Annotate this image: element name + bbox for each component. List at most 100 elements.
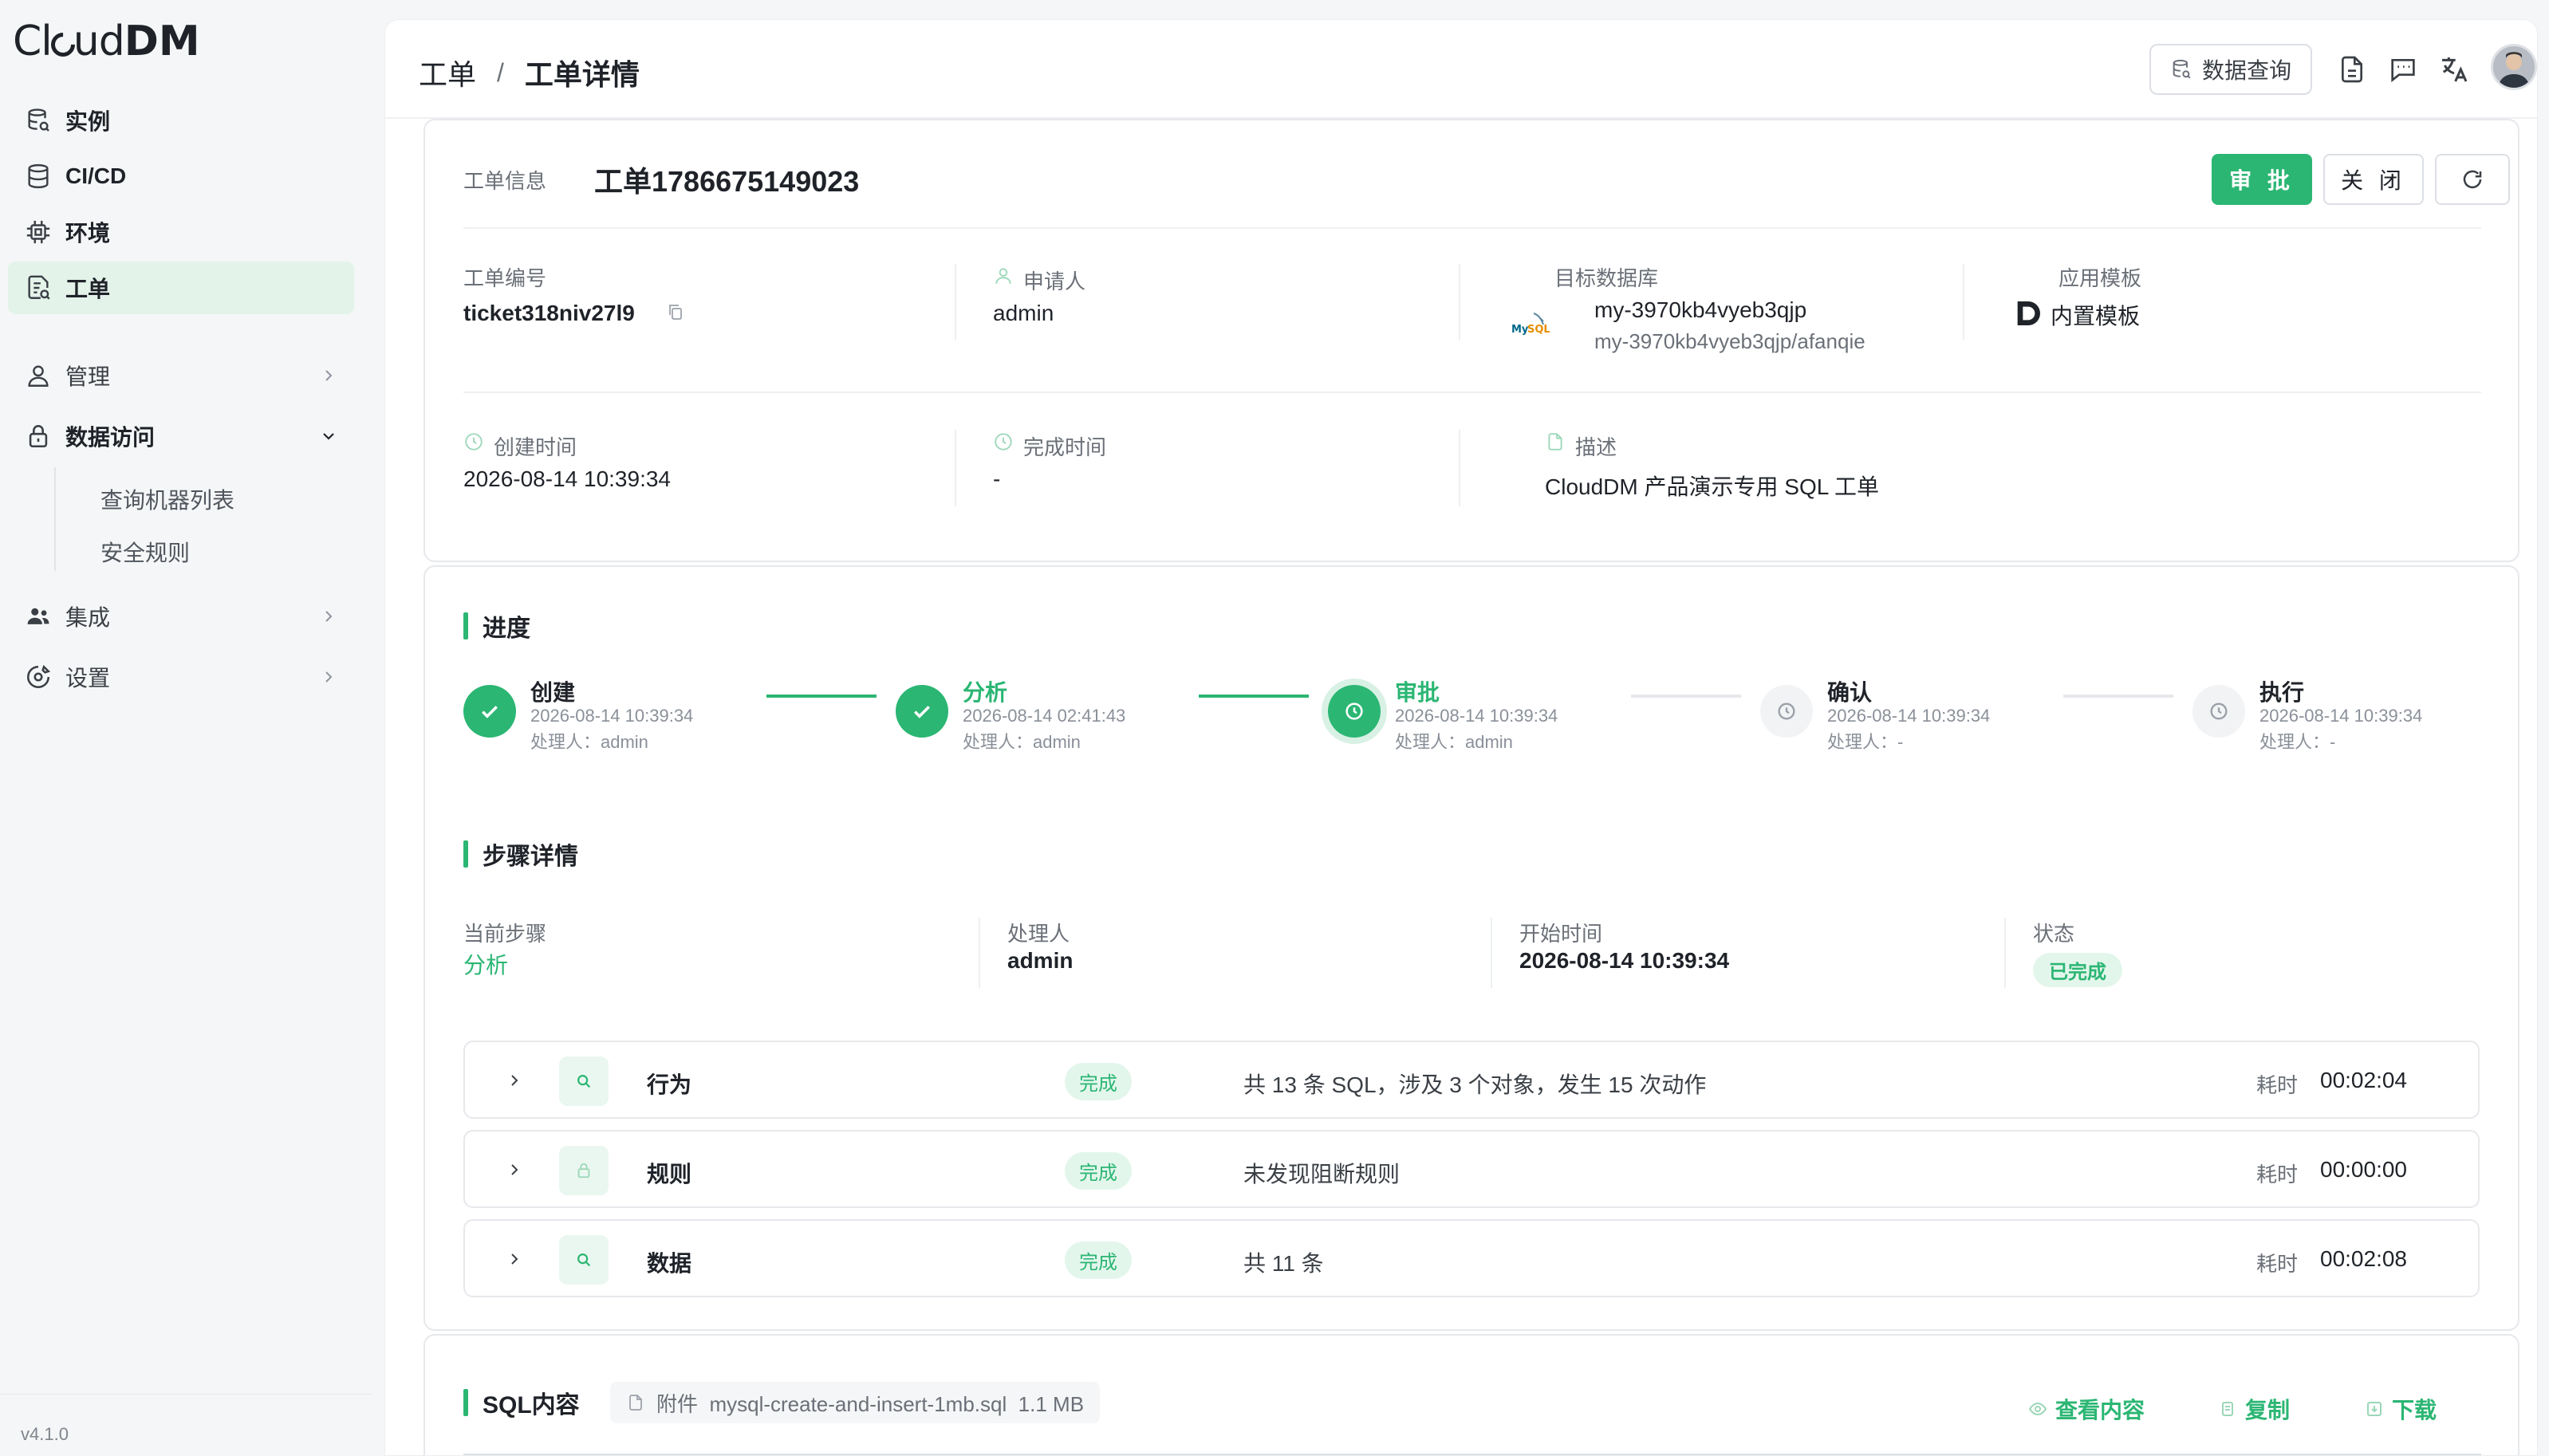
step-row-behavior[interactable]: 行为 完成 共 13 条 SQL，涉及 3 个对象，发生 15 次动作 耗时 0… [463, 1041, 2480, 1119]
step-handler: 处理人：- [2259, 732, 2336, 752]
sql-content-title: SQL内容 [463, 1385, 580, 1420]
sidebar-item-tickets[interactable]: 工单 [8, 262, 354, 314]
view-content-label: 查看内容 [2055, 1398, 2145, 1423]
breadcrumb-tickets[interactable]: 工单 [419, 52, 476, 93]
settings-icon [22, 661, 54, 693]
refresh-button[interactable] [2435, 154, 2510, 205]
svg-text:My: My [1511, 324, 1529, 336]
search-icon [559, 1235, 609, 1285]
attachment-label: 附件 mysql-create-and-insert-1mb.sql 1.1 M… [656, 1391, 1085, 1416]
description-value: CloudDM 产品演示专用 SQL 工单 [1545, 474, 1880, 499]
sidebar-item-environment[interactable]: 环境 [8, 206, 354, 258]
chat-icon[interactable] [2387, 53, 2419, 85]
lock-icon [22, 420, 54, 452]
step-time: 2026-08-14 10:39:34 [2259, 706, 2423, 726]
row-description: 共 13 条 SQL，涉及 3 个对象，发生 15 次动作 [1243, 1072, 1707, 1097]
step-name: 创建 [530, 680, 576, 705]
sidebar-subitem-query-machines[interactable]: 查询机器列表 [100, 483, 234, 515]
status-badge: 已完成 [2033, 953, 2122, 987]
user-admin-icon [22, 360, 54, 392]
divider [463, 227, 2481, 229]
download-icon [2365, 1399, 2384, 1419]
step-row-rules[interactable]: 规则 完成 未发现阻断规则 耗时 00:00:00 [463, 1130, 2480, 1208]
translate-icon[interactable] [2438, 53, 2470, 85]
ticket-number-label: 工单编号 [463, 266, 547, 290]
attachment-chip[interactable]: 附件 mysql-create-and-insert-1mb.sql 1.1 M… [610, 1382, 1101, 1423]
start-time-value: 2026-08-14 10:39:34 [1519, 948, 1730, 973]
chevron-right-icon[interactable] [505, 1249, 524, 1269]
row-time: 00:02:04 [2320, 1068, 2407, 1092]
handler-label: 处理人 [1007, 922, 1070, 946]
sidebar-item-management[interactable]: 管理 [8, 349, 354, 402]
step-connector [2063, 695, 2173, 698]
clock-icon [2192, 685, 2245, 738]
sidebar-item-settings[interactable]: 设置 [8, 651, 354, 703]
download-link[interactable]: 下载 [2365, 1393, 2437, 1425]
search-icon [559, 1057, 609, 1106]
status-label: 状态 [2033, 922, 2075, 946]
target-db-value[interactable]: my-3970kb4vyeb3qjp [1594, 297, 1806, 323]
close-button[interactable]: 关 闭 [2323, 154, 2424, 205]
step-time: 2026-08-14 10:39:34 [1827, 706, 1991, 726]
sidebar-item-label: 实例 [65, 109, 111, 134]
step-row-data[interactable]: 数据 完成 共 11 条 耗时 00:02:08 [463, 1219, 2480, 1297]
applicant-label: 申请人 [1023, 270, 1086, 293]
step-analyze: 分析 2026-08-14 02:41:43 处理人：admin [896, 675, 1215, 752]
sidebar-item-label: 环境 [65, 221, 111, 246]
copy-icon [2218, 1399, 2237, 1419]
view-content-link[interactable]: 查看内容 [2028, 1393, 2145, 1425]
sidebar-item-cicd[interactable]: CI/CD [8, 150, 354, 203]
clouddm-logo[interactable]: Cl udDM [13, 18, 200, 65]
divider [463, 1454, 2481, 1455]
template-value: 内置模板 [2051, 304, 2141, 329]
eye-icon [2028, 1399, 2047, 1419]
row-time-label: 耗时 [2256, 1252, 2299, 1276]
chevron-right-icon [319, 607, 338, 626]
sidebar-item-label: CI/CD [65, 163, 127, 188]
divider [1459, 430, 1460, 506]
data-query-button[interactable]: 数据查询 [2149, 44, 2312, 95]
row-status-tag: 完成 [1065, 1063, 1132, 1100]
svg-text:SQL: SQL [1527, 324, 1550, 336]
chevron-right-icon[interactable] [505, 1160, 524, 1179]
database-stack-icon [22, 104, 54, 136]
sidebar-item-instances[interactable]: 实例 [8, 94, 354, 147]
chip-icon [22, 216, 54, 248]
row-time: 00:02:08 [2320, 1246, 2407, 1271]
user-avatar[interactable] [2491, 44, 2537, 90]
step-handler: 处理人：- [1827, 732, 1904, 752]
row-name: 规则 [647, 1162, 692, 1186]
step-execute: 执行 2026-08-14 10:39:34 处理人：- [2192, 675, 2496, 752]
approve-button[interactable]: 审 批 [2212, 154, 2312, 205]
sidebar-item-integration[interactable]: 集成 [8, 590, 354, 643]
step-time: 2026-08-14 02:41:43 [963, 706, 1126, 726]
chevron-down-icon [319, 427, 338, 446]
step-name: 确认 [1827, 680, 1873, 705]
sidebar-item-data-access[interactable]: 数据访问 [8, 410, 354, 462]
divider [979, 918, 980, 988]
refresh-icon [2460, 167, 2484, 191]
sidebar-subitem-security-rules[interactable]: 安全规则 [100, 536, 190, 568]
mysql-logo-icon: My SQL [1511, 310, 1550, 339]
step-connector [1631, 695, 1741, 698]
sidebar-item-label: 工单 [65, 277, 111, 301]
template-label: 应用模板 [2059, 266, 2142, 290]
document-icon[interactable] [2336, 53, 2368, 85]
finished-time-label: 完成时间 [1023, 435, 1107, 459]
copy-link[interactable]: 复制 [2218, 1393, 2290, 1425]
copy-icon[interactable] [666, 302, 687, 323]
main-panel: 工单 / 工单详情 数据查询 工单信息 工单1786675149023 审 批 … [384, 19, 2538, 1456]
sidebar-item-label: 管理 [65, 364, 111, 389]
chevron-right-icon[interactable] [505, 1071, 524, 1090]
step-time: 2026-08-14 10:39:34 [530, 706, 694, 726]
download-label: 下载 [2392, 1398, 2437, 1423]
created-time-value: 2026-08-14 10:39:34 [463, 466, 671, 491]
row-time-label: 耗时 [2256, 1163, 2299, 1186]
chevron-right-icon [319, 667, 338, 687]
divider [955, 430, 956, 506]
row-name: 行为 [647, 1072, 692, 1097]
file-icon [626, 1393, 645, 1412]
database-icon [22, 160, 54, 192]
row-description: 未发现阻断规则 [1243, 1162, 1401, 1186]
current-step-value: 分析 [463, 953, 509, 978]
